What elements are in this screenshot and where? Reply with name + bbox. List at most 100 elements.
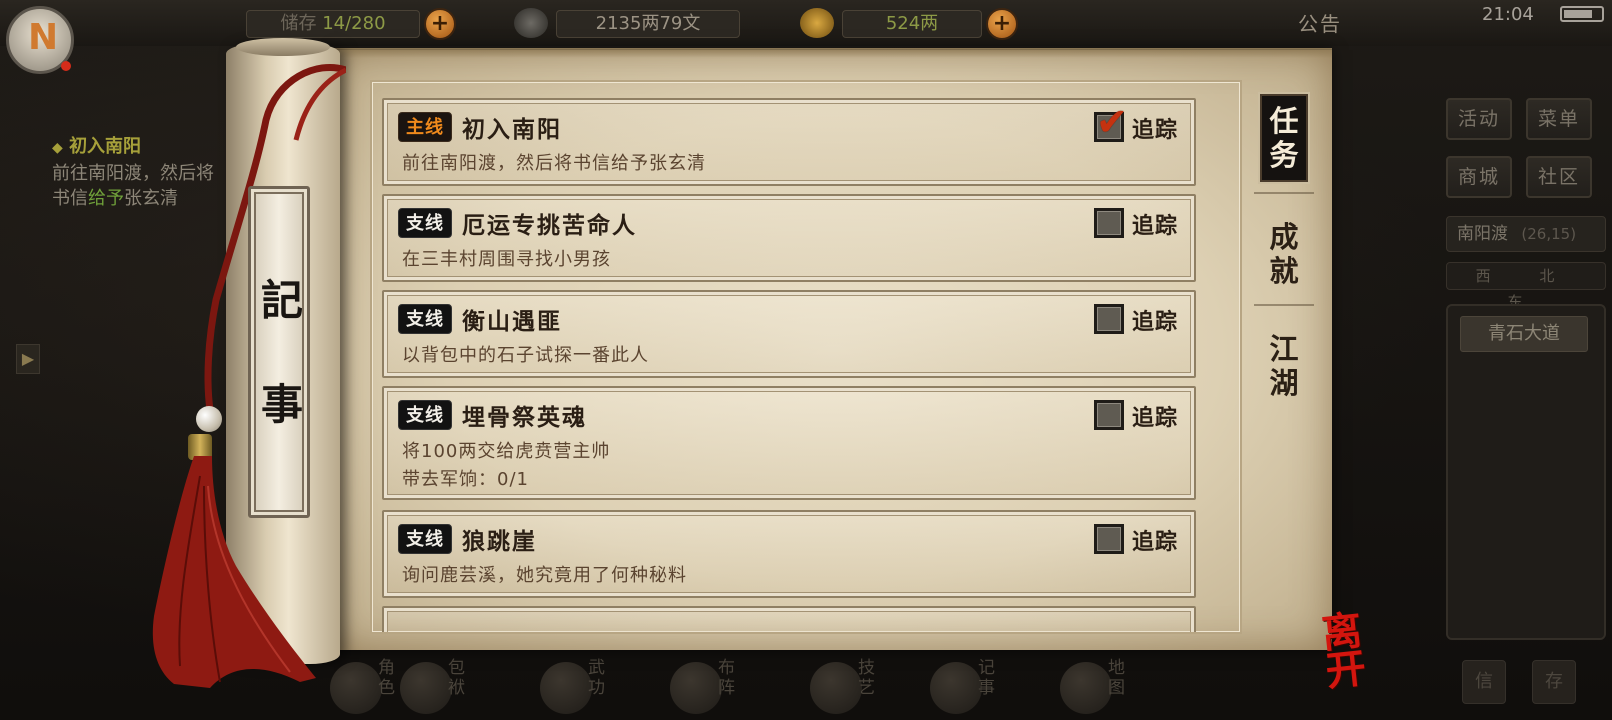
quest-title: 初入南阳 <box>462 117 562 143</box>
quest-desc-line: 询问鹿芸溪，她究竟用了何种秘料 <box>402 565 687 586</box>
tab-divider <box>1254 192 1314 194</box>
tracked-quest-title-text: 初入南阳 <box>69 136 142 157</box>
track-toggle[interactable]: 追踪 <box>1094 302 1204 336</box>
expand-arrow-icon[interactable]: ▶ <box>16 344 40 374</box>
save-button[interactable]: 存 <box>1532 660 1576 704</box>
nav-formation[interactable]: 布阵 <box>670 656 780 716</box>
title-char-1: 記 <box>260 276 303 325</box>
quest-entry[interactable]: 支线 埋骨祭英魂 将100两交给虎贲营主帅 带去军饷：0/1 追踪 <box>382 386 1196 500</box>
quest-entry-partial[interactable] <box>382 606 1196 632</box>
compass-strip: 西 北 东 <box>1446 262 1606 311</box>
nav-label: 包袱 <box>448 658 465 698</box>
nav-bag[interactable]: 包袱 <box>400 656 510 716</box>
track-label: 追踪 <box>1132 530 1179 555</box>
location-bar: 南阳渡 (26,15) <box>1446 216 1606 252</box>
location-coords: (26,15) <box>1521 225 1577 243</box>
quest-type-tag: 支线 <box>398 304 452 334</box>
tracked-quest-item: 书信 <box>52 188 88 209</box>
quest-desc-line: 前往南阳渡，然后将书信给予张玄清 <box>402 153 706 174</box>
quest-description: 在三丰村周围寻找小男孩 <box>402 246 611 274</box>
community-button[interactable]: 社区 <box>1526 156 1592 198</box>
leave-button[interactable]: 离开 <box>1319 607 1398 696</box>
silver-ingot-icon <box>514 8 548 38</box>
track-checkbox[interactable] <box>1094 400 1124 430</box>
clock: 21:04 <box>1482 4 1534 25</box>
nav-label: 记事 <box>978 658 995 698</box>
quest-description: 询问鹿芸溪，她究竟用了何种秘料 <box>402 562 687 590</box>
nav-map[interactable]: 地图 <box>1060 656 1170 716</box>
storage-label: 储存 <box>280 13 317 34</box>
minimap: 青石大道 <box>1446 304 1606 640</box>
quest-description: 以背包中的石子试探一番此人 <box>402 342 649 370</box>
tab-divider <box>1254 304 1314 306</box>
nav-martial[interactable]: 武功 <box>540 656 650 716</box>
track-label: 追踪 <box>1132 214 1179 239</box>
nav-skills[interactable]: 技艺 <box>810 656 920 716</box>
track-toggle[interactable]: 追踪 <box>1094 398 1204 432</box>
player-avatar[interactable]: N <box>6 6 74 74</box>
track-label: 追踪 <box>1132 118 1179 143</box>
tab-achievements[interactable]: 成就 <box>1260 220 1308 288</box>
quest-entry[interactable]: 支线 狼跳崖 询问鹿芸溪，她究竟用了何种秘料 追踪 <box>382 510 1196 598</box>
track-checkbox[interactable] <box>1094 524 1124 554</box>
notification-dot-icon <box>61 61 71 71</box>
location-name: 南阳渡 <box>1457 224 1508 244</box>
journal-tabs: 任务 成就 江湖 <box>1250 84 1320 414</box>
letter-button[interactable]: 信 <box>1462 660 1506 704</box>
quest-type-tag: 支线 <box>398 208 452 238</box>
quest-type-tag: 主线 <box>398 112 452 142</box>
add-storage-button[interactable]: + <box>424 8 456 40</box>
track-label: 追踪 <box>1132 310 1179 335</box>
nav-journal[interactable]: 记事 <box>930 656 1040 716</box>
shop-button[interactable]: 商城 <box>1446 156 1512 198</box>
tracked-quest-target: 张玄清 <box>124 188 178 209</box>
title-char-2: 事 <box>260 380 303 429</box>
quest-title: 衡山遇匪 <box>462 309 562 335</box>
quest-type-tag: 支线 <box>398 400 452 430</box>
gold-ingot-icon <box>800 8 834 38</box>
quest-title: 埋骨祭英魂 <box>462 405 587 431</box>
top-resource-bar: 储存 14/280 + 2135两79文 524两 + 公告 21:04 <box>0 0 1612 46</box>
add-gold-button[interactable]: + <box>986 8 1018 40</box>
storage-value: 14/280 <box>322 13 386 34</box>
nav-label: 角色 <box>378 658 395 698</box>
paper-edge <box>334 48 1332 58</box>
quest-description: 前往南阳渡，然后将书信给予张玄清 <box>402 150 706 178</box>
silver-counter: 2135两79文 <box>556 10 740 38</box>
nav-label: 地图 <box>1108 658 1125 698</box>
nav-label: 技艺 <box>858 658 875 698</box>
battery-icon <box>1560 6 1604 22</box>
tracked-quest-action: 给予 <box>88 188 124 209</box>
quest-type-tag: 支线 <box>398 524 452 554</box>
notice-button[interactable]: 公告 <box>1298 8 1342 37</box>
quest-title: 厄运专挑苦命人 <box>462 213 637 239</box>
jade-bead-icon <box>196 406 222 432</box>
quest-entry[interactable]: 支线 衡山遇匪 以背包中的石子试探一番此人 追踪 <box>382 290 1196 378</box>
track-toggle[interactable]: 追踪 <box>1094 522 1204 556</box>
track-toggle[interactable]: ✔ 追踪 <box>1094 100 1204 144</box>
tab-quests[interactable]: 任务 <box>1260 94 1308 182</box>
gold-counter: 524两 <box>842 10 982 38</box>
quest-entry[interactable]: 主线 初入南阳 前往南阳渡，然后将书信给予张玄清 ✔ 追踪 <box>382 98 1196 186</box>
quest-desc-line: 以背包中的石子试探一番此人 <box>402 345 649 366</box>
quest-description: 将100两交给虎贲营主帅 带去军饷：0/1 <box>402 438 610 494</box>
journal-title-plate: 記 事 <box>248 186 310 518</box>
menu-button[interactable]: 菜单 <box>1526 98 1592 140</box>
track-toggle[interactable]: 追踪 <box>1094 206 1204 240</box>
scroll-rod-cap <box>236 38 330 56</box>
storage-counter: 储存 14/280 <box>246 10 420 38</box>
quest-desc-line: 在三丰村周围寻找小男孩 <box>402 249 611 270</box>
avatar-glyph: N <box>28 17 59 58</box>
activity-button[interactable]: 活动 <box>1446 98 1512 140</box>
quest-entry[interactable]: 支线 厄运专挑苦命人 在三丰村周围寻找小男孩 追踪 <box>382 194 1196 282</box>
diamond-bullet-icon: ◆ <box>52 140 63 156</box>
track-checkbox[interactable] <box>1094 304 1124 334</box>
track-checkbox[interactable] <box>1094 208 1124 238</box>
quest-progress-line: 带去军饷：0/1 <box>402 469 529 490</box>
road-button[interactable]: 青石大道 <box>1460 316 1588 352</box>
quest-list[interactable]: 主线 初入南阳 前往南阳渡，然后将书信给予张玄清 ✔ 追踪 支线 厄运专挑苦命人… <box>370 80 1242 634</box>
checkmark-icon: ✔ <box>1096 100 1128 144</box>
tab-jianghu[interactable]: 江湖 <box>1260 332 1308 400</box>
nav-label: 武功 <box>588 658 605 698</box>
quest-title: 狼跳崖 <box>462 529 537 555</box>
